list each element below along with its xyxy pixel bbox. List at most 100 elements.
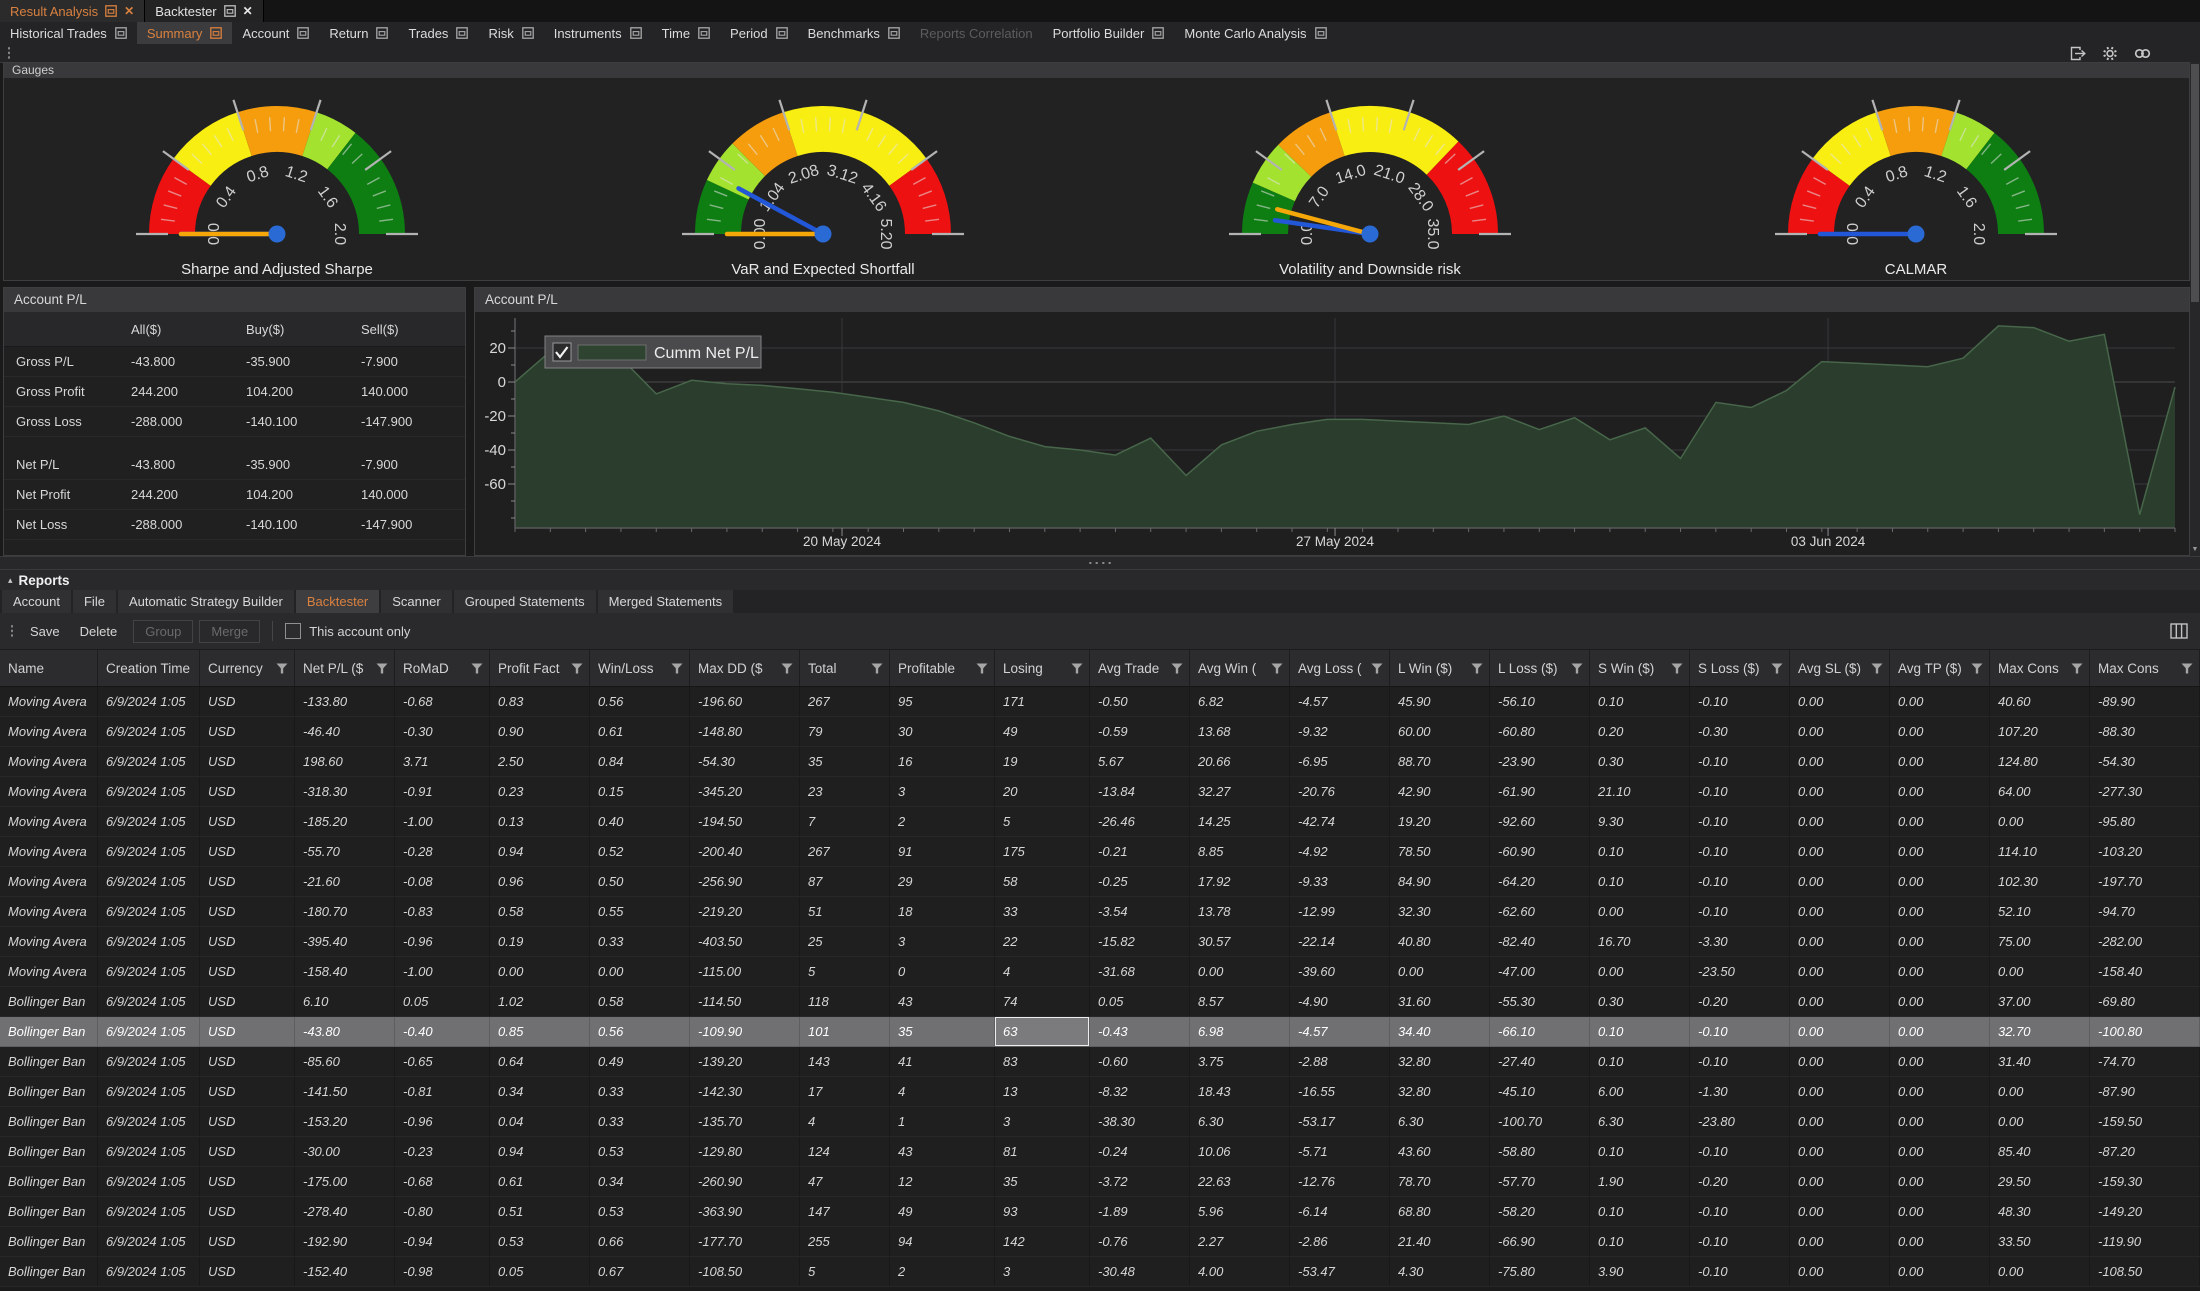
- column-header-romad[interactable]: RoMaD: [395, 650, 490, 686]
- cell[interactable]: 3: [890, 777, 995, 806]
- cell[interactable]: 0.04: [490, 1107, 590, 1136]
- cell[interactable]: USD: [200, 687, 295, 716]
- cell[interactable]: 35: [890, 1017, 995, 1046]
- delete-button[interactable]: Delete: [76, 621, 122, 642]
- cell[interactable]: 6/9/2024 1:05: [98, 1197, 200, 1226]
- cell[interactable]: 30: [890, 717, 995, 746]
- cell[interactable]: -23.90: [1490, 747, 1590, 776]
- cell[interactable]: 3.90: [1590, 1257, 1690, 1286]
- cell[interactable]: 6/9/2024 1:05: [98, 1107, 200, 1136]
- cell[interactable]: 84.90: [1390, 867, 1490, 896]
- cell[interactable]: 0.33: [590, 1077, 690, 1106]
- export-icon[interactable]: [2069, 45, 2087, 62]
- cell[interactable]: -57.70: [1490, 1167, 1590, 1196]
- cell[interactable]: Bollinger Ban: [0, 1077, 98, 1106]
- cell[interactable]: 5.96: [1190, 1197, 1290, 1226]
- cell[interactable]: 37.00: [1990, 987, 2090, 1016]
- cell[interactable]: USD: [200, 1137, 295, 1166]
- cell[interactable]: -46.40: [295, 717, 395, 746]
- column-header-l-win-[interactable]: L Win ($): [1390, 650, 1490, 686]
- cell[interactable]: 23: [800, 777, 890, 806]
- cell[interactable]: 0.00: [1890, 1227, 1990, 1256]
- cell[interactable]: 6/9/2024 1:05: [98, 987, 200, 1016]
- cell[interactable]: 16: [890, 747, 995, 776]
- column-header-avg-tp-[interactable]: Avg TP ($): [1890, 650, 1990, 686]
- filter-funnel-icon[interactable]: [1871, 663, 1883, 674]
- cell[interactable]: USD: [200, 987, 295, 1016]
- cell[interactable]: 78.70: [1390, 1167, 1490, 1196]
- cell[interactable]: 5: [800, 957, 890, 986]
- cell[interactable]: 1.02: [490, 987, 590, 1016]
- cell[interactable]: 0.00: [1890, 1047, 1990, 1076]
- filter-funnel-icon[interactable]: [1971, 663, 1983, 674]
- cell[interactable]: 0.00: [490, 957, 590, 986]
- cell[interactable]: 5: [995, 807, 1090, 836]
- table-row[interactable]: Bollinger Ban6/9/2024 1:05USD-278.40-0.8…: [0, 1197, 2200, 1227]
- cell[interactable]: -0.94: [395, 1227, 490, 1256]
- tab-portfolio-builder[interactable]: Portfolio Builder: [1043, 22, 1175, 44]
- cell[interactable]: Bollinger Ban: [0, 1227, 98, 1256]
- link-icon[interactable]: [2133, 45, 2152, 62]
- cell[interactable]: 0.00: [1890, 1137, 1990, 1166]
- cell[interactable]: Bollinger Ban: [0, 1047, 98, 1076]
- cell[interactable]: USD: [200, 867, 295, 896]
- cell[interactable]: 16.70: [1590, 927, 1690, 956]
- cell[interactable]: -0.20: [1690, 1167, 1790, 1196]
- save-button[interactable]: Save: [26, 621, 64, 642]
- cell[interactable]: 0.61: [490, 1167, 590, 1196]
- cell[interactable]: -0.81: [395, 1077, 490, 1106]
- table-row[interactable]: Bollinger Ban6/9/2024 1:05USD-153.20-0.9…: [0, 1107, 2200, 1137]
- cell[interactable]: 25: [800, 927, 890, 956]
- cell[interactable]: -30.48: [1090, 1257, 1190, 1286]
- cell[interactable]: -2.86: [1290, 1227, 1390, 1256]
- cell[interactable]: 74: [995, 987, 1090, 1016]
- cell[interactable]: 0.00: [1790, 987, 1890, 1016]
- cell[interactable]: 0.00: [590, 957, 690, 986]
- cell[interactable]: USD: [200, 1107, 295, 1136]
- column-header-s-loss-[interactable]: S Loss ($): [1690, 650, 1790, 686]
- cell[interactable]: 171: [995, 687, 1090, 716]
- reports-tab-backtester[interactable]: Backtester: [296, 590, 379, 613]
- cell[interactable]: -4.92: [1290, 837, 1390, 866]
- tab-benchmarks[interactable]: Benchmarks: [798, 22, 910, 44]
- cell[interactable]: 6/9/2024 1:05: [98, 927, 200, 956]
- cell[interactable]: 0.00: [1790, 837, 1890, 866]
- cell[interactable]: 40.60: [1990, 687, 2090, 716]
- cell[interactable]: -108.50: [2090, 1257, 2200, 1286]
- cell[interactable]: -0.10: [1690, 1137, 1790, 1166]
- cell[interactable]: -58.20: [1490, 1197, 1590, 1226]
- cell[interactable]: 0.30: [1590, 987, 1690, 1016]
- cell[interactable]: -5.71: [1290, 1137, 1390, 1166]
- cell[interactable]: 0.00: [1790, 927, 1890, 956]
- cell[interactable]: 32.27: [1190, 777, 1290, 806]
- filter-funnel-icon[interactable]: [671, 663, 683, 674]
- cell[interactable]: -15.82: [1090, 927, 1190, 956]
- tab-monte-carlo-analysis[interactable]: Monte Carlo Analysis: [1174, 22, 1336, 44]
- cell[interactable]: 6/9/2024 1:05: [98, 1077, 200, 1106]
- cell[interactable]: -0.68: [395, 1167, 490, 1196]
- cell[interactable]: Bollinger Ban: [0, 1257, 98, 1286]
- cell[interactable]: -61.90: [1490, 777, 1590, 806]
- cell[interactable]: 147: [800, 1197, 890, 1226]
- cell[interactable]: -133.80: [295, 687, 395, 716]
- cell[interactable]: 0.00: [1790, 1167, 1890, 1196]
- cell[interactable]: -0.10: [1690, 777, 1790, 806]
- cell[interactable]: -4.57: [1290, 687, 1390, 716]
- cell[interactable]: 0.00: [1890, 1257, 1990, 1286]
- cell[interactable]: 42.90: [1390, 777, 1490, 806]
- cell[interactable]: Bollinger Ban: [0, 987, 98, 1016]
- cell[interactable]: Moving Avera: [0, 717, 98, 746]
- cell[interactable]: 0.33: [590, 927, 690, 956]
- cell[interactable]: 2: [890, 1257, 995, 1286]
- cell[interactable]: -277.30: [2090, 777, 2200, 806]
- cell[interactable]: 83: [995, 1047, 1090, 1076]
- cell[interactable]: 0.00: [1890, 1197, 1990, 1226]
- column-header-avg-win-[interactable]: Avg Win (: [1190, 650, 1290, 686]
- cell[interactable]: 6.82: [1190, 687, 1290, 716]
- vertical-scrollbar[interactable]: ▼: [2190, 62, 2200, 556]
- filter-funnel-icon[interactable]: [276, 663, 288, 674]
- cell[interactable]: 6/9/2024 1:05: [98, 957, 200, 986]
- cell[interactable]: 5: [800, 1257, 890, 1286]
- cell[interactable]: 18.43: [1190, 1077, 1290, 1106]
- cell[interactable]: USD: [200, 807, 295, 836]
